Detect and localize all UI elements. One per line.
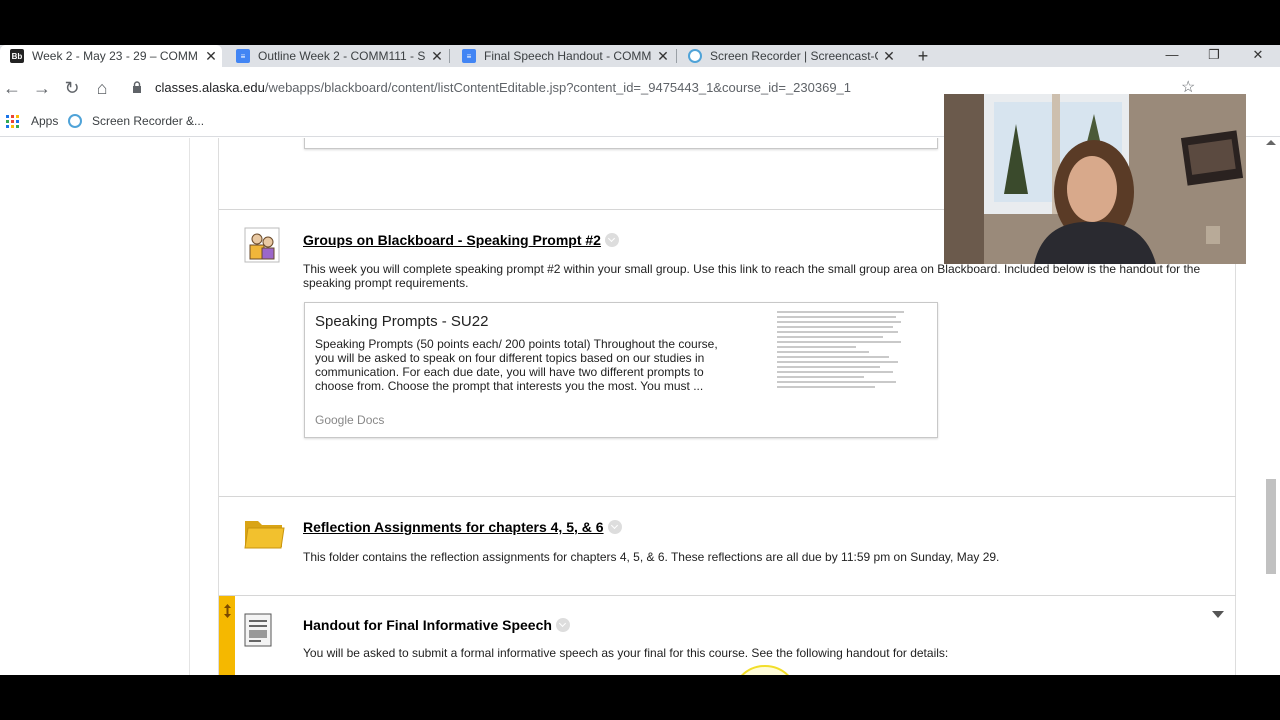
tab-divider xyxy=(676,49,677,63)
bookmark-apps[interactable]: Apps xyxy=(6,114,58,128)
tab-week2[interactable]: Bb Week 2 - May 23 - 29 – COMM A ✕ xyxy=(0,45,222,67)
card-title: Speaking Prompts - SU22 xyxy=(315,313,489,330)
document-thumbnail xyxy=(777,311,909,403)
new-tab-button[interactable]: + xyxy=(912,45,934,67)
tab-final-speech[interactable]: ≡ Final Speech Handout - COMM1 ✕ xyxy=(452,45,674,67)
course-menu-pane xyxy=(0,138,190,675)
link-preview-card[interactable]: Speaking Prompts - SU22 Speaking Prompts… xyxy=(304,302,938,438)
card-text: Speaking Prompts (50 points each/ 200 po… xyxy=(315,337,718,393)
forward-button[interactable]: → xyxy=(30,76,54,100)
content-item-reflection: Reflection Assignments for chapters 4, 5… xyxy=(219,496,1236,595)
tab-title: Week 2 - May 23 - 29 – COMM A xyxy=(32,49,200,63)
tab-title: Final Speech Handout - COMM1 xyxy=(484,49,652,63)
item-title-link[interactable]: Reflection Assignments for chapters 4, 5… xyxy=(303,519,622,535)
close-icon[interactable]: ✕ xyxy=(426,48,448,65)
google-docs-icon: ≡ xyxy=(462,49,476,63)
tab-screen-recorder[interactable]: Screen Recorder | Screencast-O- ✕ xyxy=(678,45,900,67)
maximize-button[interactable]: ❐ xyxy=(1192,45,1236,67)
chevron-down-icon[interactable] xyxy=(604,233,619,247)
home-button[interactable]: ⌂ xyxy=(90,76,114,100)
close-icon[interactable]: ✕ xyxy=(652,48,674,65)
browser-window: Bb Week 2 - May 23 - 29 – COMM A ✕ ≡ Out… xyxy=(0,45,1280,675)
bookmark-screen-recorder[interactable]: Screen Recorder &... xyxy=(68,114,204,128)
item-title-text: Handout for Final Informative Speech xyxy=(303,617,552,633)
tab-title: Screen Recorder | Screencast-O- xyxy=(710,49,878,63)
minimize-button[interactable]: — xyxy=(1150,45,1194,67)
back-button[interactable]: ← xyxy=(0,76,24,100)
scroll-thumb[interactable] xyxy=(1266,479,1276,574)
tab-strip: Bb Week 2 - May 23 - 29 – COMM A ✕ ≡ Out… xyxy=(0,45,1280,67)
item-description: This folder contains the reflection assi… xyxy=(303,550,1000,564)
item-title-link[interactable]: Groups on Blackboard - Speaking Prompt #… xyxy=(303,232,619,248)
item-options-arrow-icon[interactable] xyxy=(1212,611,1224,618)
document-icon xyxy=(244,613,272,647)
folder-icon xyxy=(244,521,285,549)
close-icon[interactable]: ✕ xyxy=(878,48,900,65)
scroll-up-arrow-icon[interactable] xyxy=(1266,140,1276,145)
drag-arrows-icon[interactable] xyxy=(223,604,232,618)
chevron-down-icon[interactable] xyxy=(555,618,570,632)
tab-title: Outline Week 2 - COMM111 - SU xyxy=(258,49,426,63)
google-docs-icon: ≡ xyxy=(236,49,250,63)
card-source: Google Docs xyxy=(315,413,385,427)
screen-recorder-icon xyxy=(68,114,82,128)
page-scrollbar[interactable] xyxy=(1262,138,1280,675)
item-description: This week you will complete speaking pro… xyxy=(303,262,1201,290)
blackboard-icon: Bb xyxy=(10,49,24,63)
screen-recorder-icon xyxy=(688,49,702,63)
tab-outline[interactable]: ≡ Outline Week 2 - COMM111 - SU ✕ xyxy=(226,45,448,67)
item-description: You will be asked to submit a formal inf… xyxy=(303,646,949,660)
bookmark-label: Screen Recorder &... xyxy=(92,114,205,128)
previous-item-card[interactable] xyxy=(304,138,938,149)
reload-button[interactable]: ↻ xyxy=(60,76,84,100)
close-window-button[interactable]: ✕ xyxy=(1236,45,1280,67)
content-item-handout[interactable]: Handout for Final Informative Speech You… xyxy=(219,595,1236,675)
webcam-video xyxy=(944,94,1246,264)
apps-grid-icon xyxy=(6,114,19,128)
item-title[interactable]: Handout for Final Informative Speech xyxy=(303,617,570,633)
lock-icon xyxy=(133,81,141,93)
url-host: classes.alaska.edu xyxy=(155,80,265,95)
bookmark-label: Apps xyxy=(31,114,59,128)
address-bar[interactable]: classes.alaska.edu/webapps/blackboard/co… xyxy=(155,80,851,95)
item-title-text: Groups on Blackboard - Speaking Prompt #… xyxy=(303,232,601,248)
group-icon xyxy=(244,227,280,263)
item-title-text: Reflection Assignments for chapters 4, 5… xyxy=(303,519,604,535)
chevron-down-icon[interactable] xyxy=(607,520,622,534)
url-path: /webapps/blackboard/content/listContentE… xyxy=(264,80,852,95)
close-icon[interactable]: ✕ xyxy=(200,48,222,65)
tab-divider xyxy=(449,49,450,63)
webcam-overlay xyxy=(944,94,1246,264)
